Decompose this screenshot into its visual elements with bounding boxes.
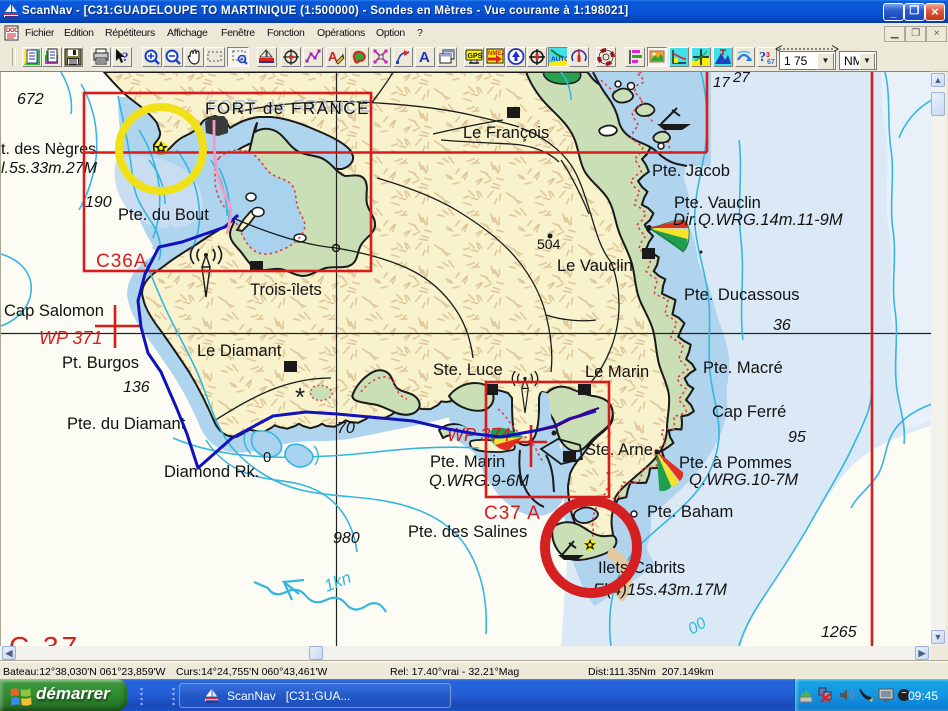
svg-text:Pte. du Bout: Pte. du Bout bbox=[118, 206, 209, 224]
svg-text:190: 190 bbox=[85, 194, 112, 211]
svg-text:136: 136 bbox=[123, 379, 150, 396]
svg-text:AUTO: AUTO bbox=[551, 56, 567, 63]
svg-text:Dir.Q.WRG.14m.11-9M: Dir.Q.WRG.14m.11-9M bbox=[673, 211, 843, 229]
svg-text:Pte. Jacob: Pte. Jacob bbox=[652, 162, 730, 180]
svg-text:672: 672 bbox=[17, 91, 44, 108]
svg-text:C37 A: C37 A bbox=[484, 503, 541, 524]
svg-text:?: ? bbox=[122, 49, 129, 64]
svg-text:A: A bbox=[419, 49, 430, 66]
svg-text:WP 371: WP 371 bbox=[39, 328, 102, 348]
svg-text:Pte. des Salines: Pte. des Salines bbox=[408, 523, 527, 541]
svg-text:Pte. Ducassous: Pte. Ducassous bbox=[684, 286, 800, 304]
svg-text:504: 504 bbox=[537, 236, 561, 252]
svg-text:Pte. Macré: Pte. Macré bbox=[703, 359, 783, 377]
svg-text:Le Diamant: Le Diamant bbox=[197, 342, 282, 360]
svg-text:Ilets Cabrits: Ilets Cabrits bbox=[598, 559, 685, 577]
svg-text:Trois-îlets: Trois-îlets bbox=[250, 281, 322, 299]
svg-text:Pte. à Pommes: Pte. à Pommes bbox=[679, 454, 792, 472]
svg-text:DOC: DOC bbox=[6, 28, 19, 34]
svg-text:Le François: Le François bbox=[463, 124, 549, 142]
svg-text:Diamond Rk.: Diamond Rk. bbox=[164, 463, 259, 481]
svg-text:70: 70 bbox=[337, 420, 355, 437]
svg-text:0: 0 bbox=[263, 449, 271, 466]
svg-text:Pte. du Diamant: Pte. du Diamant bbox=[67, 415, 186, 433]
svg-text:Q.WRG.9-6M: Q.WRG.9-6M bbox=[429, 472, 529, 490]
svg-text:36: 36 bbox=[773, 317, 791, 334]
svg-text:GPS: GPS bbox=[468, 53, 483, 60]
svg-text:3: 3 bbox=[766, 52, 770, 59]
svg-text:27: 27 bbox=[732, 72, 750, 86]
svg-text:?: ? bbox=[759, 50, 766, 65]
svg-text:t. des Nègres: t. des Nègres bbox=[1, 141, 96, 158]
svg-text:Q.WRG.10-7M: Q.WRG.10-7M bbox=[689, 471, 798, 489]
svg-text:1265: 1265 bbox=[821, 624, 857, 641]
svg-text:Pte. Vauclin: Pte. Vauclin bbox=[674, 194, 761, 212]
svg-text:C36A: C36A bbox=[96, 251, 148, 272]
svg-text:Le Vauclin: Le Vauclin bbox=[557, 257, 633, 275]
svg-text:Ste. Arne: Ste. Arne bbox=[585, 441, 653, 459]
svg-text:17: 17 bbox=[713, 74, 730, 91]
svg-text:95: 95 bbox=[788, 429, 806, 446]
svg-text:Cap Ferré: Cap Ferré bbox=[712, 403, 786, 421]
svg-text:Pte. Marin: Pte. Marin bbox=[430, 453, 505, 471]
svg-text:67: 67 bbox=[767, 59, 775, 66]
svg-text:Pte. Baham: Pte. Baham bbox=[647, 503, 733, 521]
svg-text:*: * bbox=[295, 382, 305, 412]
svg-text:FORT de FRANCE: FORT de FRANCE bbox=[205, 99, 370, 118]
svg-text:C 37: C 37 bbox=[9, 631, 80, 646]
svg-text:Cap Salomon: Cap Salomon bbox=[4, 302, 104, 320]
svg-text:Ste. Luce: Ste. Luce bbox=[433, 361, 503, 379]
svg-text:980: 980 bbox=[333, 530, 360, 547]
svg-text:Pt. Burgos: Pt. Burgos bbox=[62, 354, 139, 372]
svg-text:Le Marin: Le Marin bbox=[585, 363, 649, 381]
